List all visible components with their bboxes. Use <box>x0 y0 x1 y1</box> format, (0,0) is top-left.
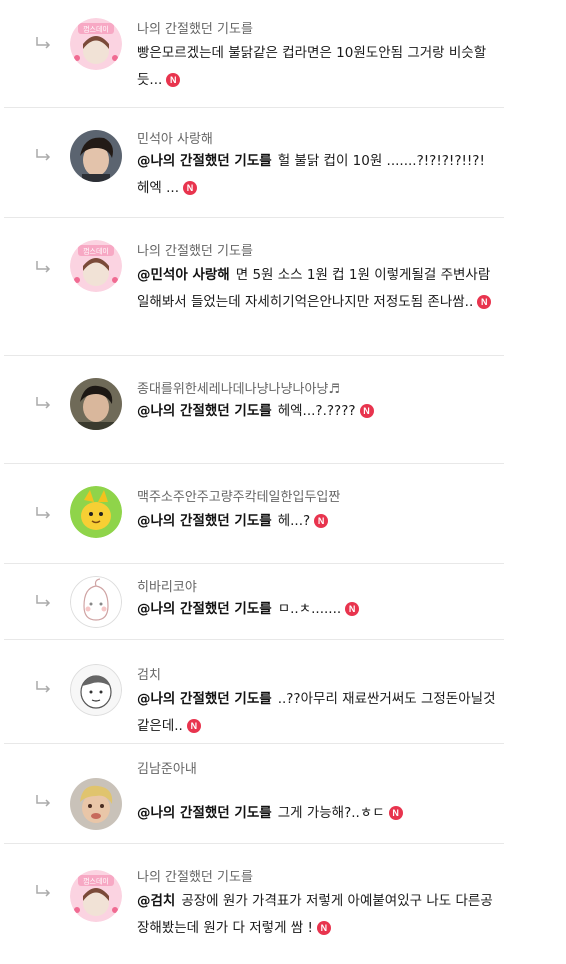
sketch-avatar[interactable] <box>70 664 122 716</box>
comment-text: 헤...? <box>277 513 311 529</box>
mention-link[interactable]: @나의 간절했던 기도를 <box>137 153 272 169</box>
mention-link[interactable]: @나의 간절했던 기도를 <box>137 513 272 529</box>
comment-nickname[interactable]: 나의 간절했던 기도를 <box>137 240 253 259</box>
pink-sticker-avatar[interactable]: 껌스데이 <box>70 240 122 292</box>
comment-text: 그게 가능해?..ㅎㄷ <box>277 805 385 821</box>
comment-nickname[interactable]: 김남준아내 <box>137 758 197 777</box>
reply-comment: 김남준아내 @나의 간절했던 기도를 그게 가능해?..ㅎㄷ N <box>0 744 566 844</box>
reply-comment: 민석아 사랑해 @나의 간절했던 기도를 헐 불닭 컵이 10원 .......?… <box>0 108 566 218</box>
comment-nickname[interactable]: 종대를위한세레나데나냥나냥나아냥♬ <box>137 378 340 397</box>
peach-sketch-avatar[interactable] <box>70 576 122 628</box>
reply-comment: 껌스데이 나의 간절했던 기도를 빵은모르겠는데 불닭같은 컵라면은 10원도안… <box>0 0 566 108</box>
new-badge: N <box>359 404 374 418</box>
comment-body: 빵은모르겠는데 불닭같은 컵라면은 10원도안됨 그거랑 비슷할듯... N <box>137 40 497 94</box>
comment-nickname[interactable]: 나의 간절했던 기도를 <box>137 18 253 37</box>
pink-sticker-avatar[interactable]: 껌스데이 <box>70 870 122 922</box>
mention-link[interactable]: @나의 간절했던 기도를 <box>137 691 272 707</box>
cartoon-avatar[interactable] <box>70 486 122 538</box>
reply-arrow-icon <box>36 507 51 519</box>
male-photo-avatar[interactable] <box>70 378 122 430</box>
comment-body: @나의 간절했던 기도를 헐 불닭 컵이 10원 .......?!?!?!?!!… <box>137 148 497 202</box>
reply-comment: 껌스데이 나의 간절했던 기도를 @민석아 사랑해 면 5원 소스 1원 컵 1원… <box>0 218 566 356</box>
reply-arrow-icon <box>36 149 51 161</box>
new-badge: N <box>186 719 201 733</box>
comment-body: @나의 간절했던 기도를 헤...? N <box>137 508 497 535</box>
comment-nickname[interactable]: 맥주소주안주고량주칵테일한입두입짠 <box>137 486 340 505</box>
new-badge: N <box>183 181 198 195</box>
mention-link[interactable]: @검치 <box>137 893 175 909</box>
comment-body: @민석아 사랑해 면 5원 소스 1원 컵 1원 이렇게될걸 주변사람일해봐서 들… <box>137 262 497 316</box>
mention-link[interactable]: @나의 간절했던 기도를 <box>137 805 272 821</box>
reply-comment: 맥주소주안주고량주칵테일한입두입짠 @나의 간절했던 기도를 헤...? N <box>0 464 566 564</box>
comment-nickname[interactable]: 히바리코야 <box>137 576 197 595</box>
sticker-label: 껌스데이 <box>83 247 109 256</box>
mention-link[interactable]: @나의 간절했던 기도를 <box>137 601 272 617</box>
comment-text: 빵은모르겠는데 불닭같은 컵라면은 10원도안됨 그거랑 비슷할듯... <box>137 45 487 88</box>
reply-arrow-icon <box>36 681 51 693</box>
reply-arrow-icon <box>36 37 51 49</box>
mention-link[interactable]: @나의 간절했던 기도를 <box>137 403 272 419</box>
new-badge: N <box>477 295 492 309</box>
comment-text: ㅁ..ㅊ....... <box>277 601 342 617</box>
comment-body: @나의 간절했던 기도를 ..??아무리 재료싼거써도 그정돈아닐것같은데.. N <box>137 686 497 740</box>
sticker-label: 껌스데이 <box>83 25 109 34</box>
reply-comment: 히바리코야 @나의 간절했던 기도를 ㅁ..ㅊ....... N <box>0 564 566 640</box>
reply-arrow-icon <box>36 261 51 273</box>
comment-nickname[interactable]: 검치 <box>137 664 161 683</box>
reply-arrow-icon <box>36 595 51 607</box>
new-badge: N <box>316 921 331 935</box>
new-badge: N <box>166 73 181 87</box>
reply-arrow-icon <box>36 795 51 807</box>
new-badge: N <box>388 806 403 820</box>
mention-link[interactable]: @민석아 사랑해 <box>137 267 230 283</box>
comment-body: @검치 공장에 원가 가격표가 저렇게 아예붙여있구 나도 다른공장해봤는데 원가… <box>137 888 497 942</box>
male-photo-avatar[interactable] <box>70 130 122 182</box>
comment-text: 공장에 원가 가격표가 저렇게 아예붙여있구 나도 다른공장해봤는데 원가 다 … <box>137 893 493 936</box>
sticker-label: 껌스데이 <box>83 877 109 886</box>
comment-text: 헤엑...?.???? <box>277 403 356 419</box>
comment-nickname[interactable]: 나의 간절했던 기도를 <box>137 866 253 885</box>
comment-body: @나의 간절했던 기도를 그게 가능해?..ㅎㄷ N <box>137 800 497 827</box>
blonde-photo-avatar[interactable] <box>70 778 122 830</box>
pink-sticker-avatar[interactable]: 껌스데이 <box>70 18 122 70</box>
reply-comment: 종대를위한세레나데나냥나냥나아냥♬ @나의 간절했던 기도를 헤엑...?.???… <box>0 356 566 464</box>
reply-comment: 껌스데이 나의 간절했던 기도를 @검치 공장에 원가 가격표가 저렇게 아예붙여… <box>0 844 566 964</box>
new-badge: N <box>314 514 329 528</box>
comment-thread: 껌스데이 나의 간절했던 기도를 빵은모르겠는데 불닭같은 컵라면은 10원도안… <box>0 0 566 964</box>
reply-arrow-icon <box>36 397 51 409</box>
comment-nickname[interactable]: 민석아 사랑해 <box>137 128 213 147</box>
new-badge: N <box>345 602 360 616</box>
comment-body: @나의 간절했던 기도를 헤엑...?.???? N <box>137 398 497 425</box>
reply-comment: 검치 @나의 간절했던 기도를 ..??아무리 재료싼거써도 그정돈아닐것같은데.… <box>0 640 566 744</box>
comment-body: @나의 간절했던 기도를 ㅁ..ㅊ....... N <box>137 596 497 623</box>
reply-arrow-icon <box>36 885 51 897</box>
